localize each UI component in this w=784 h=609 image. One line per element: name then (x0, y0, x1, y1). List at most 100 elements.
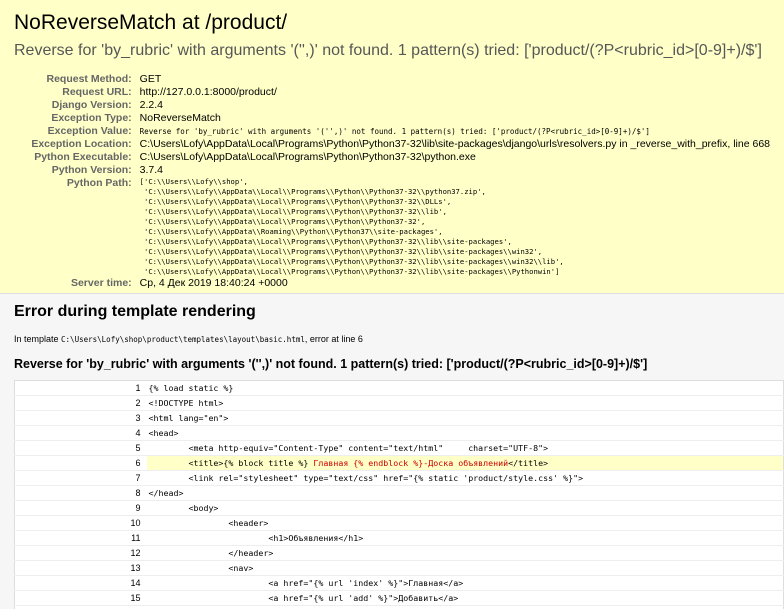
meta-label: Request Method: (46, 73, 132, 85)
source-line: 13 <nav> (14, 560, 784, 576)
code-text: </header> (148, 548, 274, 558)
python-path-list: ['C:\\Users\\Lofy\\shop', 'C:\\Users\\Lo… (139, 177, 564, 276)
error-line-suffix: , error at line 6 (304, 334, 363, 344)
source-line: 14 <a href="{% url 'index' %}">Главная</… (14, 575, 784, 591)
line-number: 11 (14, 530, 147, 546)
template-source-table: 1 {% load static %} 2 <!DOCTYPE html> 3 <html… (14, 380, 784, 609)
line-code: </header> (146, 545, 784, 561)
meta-label: Python Path: (66, 177, 132, 189)
meta-label: Django Version: (51, 99, 132, 111)
source-line: 4 <head> (14, 425, 784, 441)
code-text: <a href="{% url 'index' %}">Главная</a> (148, 578, 464, 588)
code-text: {% load static %} (148, 383, 234, 393)
meta-value: C:\Users\Lofy\AppData\Local\Programs\Pyt… (139, 138, 770, 150)
line-code: <body> (146, 500, 784, 516)
source-line: 10 <header> (14, 515, 784, 531)
code-text: <!DOCTYPE html> (148, 398, 224, 408)
source-line: 15 <a href="{% url 'add' %}">Добавить</a… (14, 590, 784, 606)
meta-row: Request URL: http://127.0.0.1:8000/produc… (14, 86, 770, 99)
line-code: {% for rubric in rubrics %} (146, 605, 784, 609)
line-code: <!DOCTYPE html> (146, 395, 784, 411)
line-number: 12 (14, 545, 147, 561)
code-text: </title> (508, 458, 549, 468)
line-number: 16 (14, 605, 147, 609)
meta-value: http://127.0.0.1:8000/product/ (139, 86, 277, 98)
meta-value: Reverse for 'by_rubric' with arguments '… (139, 127, 650, 136)
in-template-prefix: In template (14, 334, 62, 344)
meta-row-python-path: Python Path: ['C:\\Users\\Lofy\\shop', '… (14, 177, 770, 277)
code-text: <html lang="en"> (148, 413, 229, 423)
template-path: C:\Users\Lofy\shop\product\templates\lay… (61, 335, 305, 344)
line-number: 6 (14, 455, 147, 471)
meta-row: Request Method: GET (14, 73, 770, 86)
template-error-message: Reverse for 'by_rubric' with arguments '… (14, 357, 648, 371)
line-number: 8 (14, 485, 147, 501)
line-code: <a href="{% url 'index' %}">Главная</a> (146, 575, 784, 591)
code-text: <a href="{% url 'add' %}">Добавить</a> (148, 593, 459, 603)
meta-row: Python Version: 3.7.4 (14, 164, 770, 177)
request-meta-table: Request Method: GET Request URL: http://127… (14, 73, 770, 290)
source-line: 5 <meta http-equiv="Content-Type" conten… (14, 440, 784, 456)
line-number: 2 (14, 395, 147, 411)
line-number: 1 (14, 380, 147, 396)
meta-label: Exception Value: (47, 125, 132, 137)
line-code: <html lang="en"> (146, 410, 784, 426)
line-number: 3 (14, 410, 147, 426)
source-line: 7 <link rel="stylesheet" type="text/css"… (14, 470, 784, 486)
code-text: <meta http-equiv="Content-Type" content=… (148, 443, 549, 453)
line-code: {% load static %} (146, 380, 784, 396)
line-number: 4 (14, 425, 147, 441)
source-line: 16 {% for rubric in rubrics %} (14, 605, 784, 609)
page-title: NoReverseMatch at /product/ (14, 11, 288, 34)
meta-value: NoReverseMatch (139, 112, 221, 124)
meta-row: Exception Location: C:\Users\Lofy\AppData… (14, 138, 770, 151)
source-line: 2 <!DOCTYPE html> (14, 395, 784, 411)
meta-row: Exception Value: Reverse for 'by_rubric' … (14, 125, 770, 138)
meta-value: GET (139, 73, 162, 85)
meta-row: Exception Type: NoReverseMatch (14, 112, 770, 125)
source-line: 6 <title>{% block title %} Главная {% en… (14, 455, 784, 471)
meta-label: Python Executable: (34, 151, 132, 163)
code-text: <head> (148, 428, 179, 438)
code-text: <h1>Объявления</h1> (148, 533, 364, 543)
line-number: 7 (14, 470, 147, 486)
meta-row: Python Executable: C:\Users\Lofy\AppData\… (14, 151, 770, 164)
source-line: 8 </head> (14, 485, 784, 501)
meta-label: Request URL: (62, 86, 132, 98)
line-code: <meta http-equiv="Content-Type" content=… (146, 440, 784, 456)
code-text: <nav> (148, 563, 254, 573)
meta-label: Server time: (70, 277, 132, 289)
line-number: 13 (14, 560, 147, 576)
line-number: 14 (14, 575, 147, 591)
line-code: <header> (146, 515, 784, 531)
template-error-section: Error during template rendering In templ… (0, 294, 784, 609)
template-location: In template C:\Users\Lofy\shop\product\t… (14, 334, 770, 344)
template-error-heading: Error during template rendering (14, 303, 256, 320)
meta-value: Ср, 4 Дек 2019 18:40:24 +0000 (139, 277, 288, 289)
code-text: </head> (148, 488, 184, 498)
source-line: 11 <h1>Объявления</h1> (14, 530, 784, 546)
code-text: <link rel="stylesheet" type="text/css" h… (148, 473, 584, 483)
meta-row: Django Version: 2.2.4 (14, 99, 770, 112)
meta-value: ['C:\\Users\\Lofy\\shop', 'C:\\Users\\Lo… (140, 177, 770, 277)
line-code: <nav> (146, 560, 784, 576)
code-highlight: Главная {% endblock %}-Доска объявлений (313, 458, 509, 468)
line-code: <title>{% block title %} Главная {% endb… (146, 455, 784, 471)
code-text: <body> (148, 503, 219, 513)
source-line: 12 </header> (14, 545, 784, 561)
meta-value: 3.7.4 (139, 164, 164, 176)
exception-value-heading: Reverse for 'by_rubric' with arguments '… (14, 42, 762, 59)
line-number: 5 (14, 440, 147, 456)
line-number: 15 (14, 590, 147, 606)
line-code: <head> (146, 425, 784, 441)
meta-label: Exception Type: (51, 112, 132, 124)
line-number: 10 (14, 515, 147, 531)
source-line: 3 <html lang="en"> (14, 410, 784, 426)
line-code: <link rel="stylesheet" type="text/css" h… (146, 470, 784, 486)
meta-label: Exception Location: (31, 138, 132, 150)
error-summary: NoReverseMatch at /product/ Reverse for … (0, 0, 784, 294)
meta-row-server-time: Server time: Ср, 4 Дек 2019 18:40:24 +00… (14, 277, 770, 290)
source-line: 1 {% load static %} (14, 380, 784, 396)
line-code: <a href="{% url 'add' %}">Добавить</a> (146, 590, 784, 606)
meta-value: 2.2.4 (139, 99, 164, 111)
